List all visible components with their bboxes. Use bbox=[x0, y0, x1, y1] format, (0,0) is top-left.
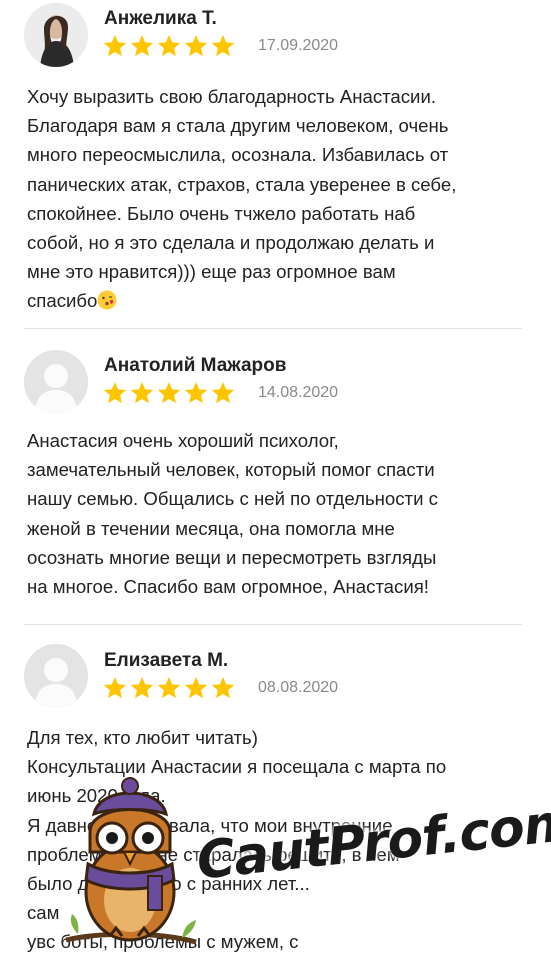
photo-avatar-icon bbox=[24, 3, 88, 67]
star-icon bbox=[157, 676, 181, 699]
review-author[interactable]: Анатолий Мажаров bbox=[104, 355, 286, 377]
review-text-body: Для тех, кто любит читать) Консультации … bbox=[27, 727, 447, 953]
star-icon bbox=[211, 34, 235, 57]
star-icon bbox=[157, 34, 181, 57]
star-icon bbox=[184, 676, 208, 699]
star-icon bbox=[130, 676, 154, 699]
avatar[interactable] bbox=[24, 3, 88, 67]
star-icon bbox=[103, 676, 127, 699]
star-icon bbox=[130, 34, 154, 57]
default-avatar-icon bbox=[24, 350, 88, 414]
review-author[interactable]: Елизавета М. bbox=[104, 650, 228, 672]
star-icon bbox=[103, 381, 127, 404]
review-card: Елизавета М. 08.08.2020 Для тех, кто люб… bbox=[0, 630, 551, 960]
review-text: Для тех, кто любит читать) Консультации … bbox=[27, 723, 527, 957]
review-card: Анатолий Мажаров 14.08.2020 Анастасия оч… bbox=[0, 340, 551, 625]
rating-stars bbox=[102, 33, 236, 59]
avatar[interactable] bbox=[24, 644, 88, 708]
rating-stars bbox=[102, 675, 236, 701]
review-text: Анастасия очень хороший психолог, замеча… bbox=[27, 426, 527, 601]
default-avatar-icon bbox=[24, 644, 88, 708]
kissing-face-emoji-icon bbox=[97, 290, 117, 310]
review-author[interactable]: Анжелика Т. bbox=[104, 8, 217, 30]
avatar[interactable] bbox=[24, 350, 88, 414]
review-text-body: Анастасия очень хороший психолог, замеча… bbox=[27, 430, 438, 598]
star-icon bbox=[130, 381, 154, 404]
review-text-body: Хочу выразить свою благодарность Анастас… bbox=[27, 86, 457, 312]
star-icon bbox=[184, 34, 208, 57]
star-icon bbox=[211, 381, 235, 404]
review-date: 08.08.2020 bbox=[258, 679, 339, 696]
star-icon bbox=[211, 676, 235, 699]
review-text: Хочу выразить свою благодарность Анастас… bbox=[27, 82, 527, 316]
rating-stars bbox=[102, 380, 236, 406]
star-icon bbox=[103, 34, 127, 57]
review-date: 17.09.2020 bbox=[258, 37, 339, 54]
star-icon bbox=[184, 381, 208, 404]
review-card: Анжелика Т. 17.09.2020 Хочу выразить сво… bbox=[0, 0, 551, 330]
review-date: 14.08.2020 bbox=[258, 384, 339, 401]
divider bbox=[24, 624, 522, 625]
divider bbox=[24, 328, 522, 329]
star-icon bbox=[157, 381, 181, 404]
reviews-page: Анжелика Т. 17.09.2020 Хочу выразить сво… bbox=[0, 0, 551, 960]
